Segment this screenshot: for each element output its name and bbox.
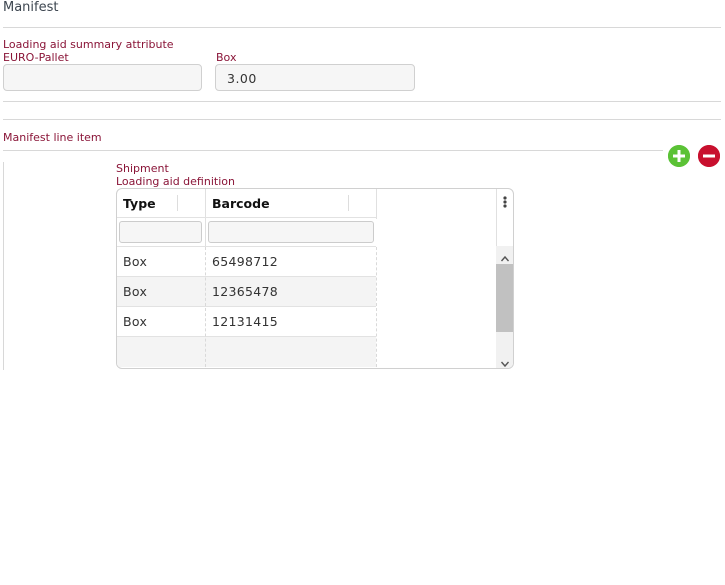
divider <box>3 150 663 151</box>
remove-button[interactable] <box>698 145 720 167</box>
box-label: Box <box>216 51 237 64</box>
column-resize-handle[interactable] <box>348 195 349 211</box>
column-resize-handle[interactable] <box>177 195 178 211</box>
loading-aid-table: Type Barcode Box 65498712 Box 12365478 B… <box>116 188 514 369</box>
section-title: Manifest <box>3 0 59 15</box>
cell-separator <box>376 247 377 367</box>
table-row-empty <box>117 337 376 367</box>
summary-heading: Loading aid summary attribute <box>3 38 174 51</box>
chevron-down-icon <box>500 361 510 368</box>
table-row[interactable]: Box 12131415 <box>117 307 376 336</box>
minus-circle-icon <box>698 145 720 167</box>
divider <box>3 101 721 102</box>
add-button[interactable] <box>668 145 690 167</box>
cell-type: Box <box>123 314 148 329</box>
filter-type-input[interactable] <box>119 221 202 243</box>
shipment-label: Shipment <box>116 162 169 175</box>
cell-barcode: 65498712 <box>212 254 279 269</box>
plus-circle-icon <box>668 145 690 167</box>
column-divider <box>376 189 377 219</box>
filter-barcode-input[interactable] <box>208 221 374 243</box>
scroll-up-button[interactable] <box>500 249 510 262</box>
divider <box>3 27 721 28</box>
cell-barcode: 12365478 <box>212 284 279 299</box>
scrollbar-thumb[interactable] <box>496 264 513 332</box>
cell-type: Box <box>123 254 148 269</box>
table-row[interactable]: Box 12365478 <box>117 277 376 306</box>
cell-separator <box>205 247 206 367</box>
column-header-type[interactable]: Type <box>123 196 156 211</box>
table-row[interactable]: Box 65498712 <box>117 247 376 276</box>
cell-barcode: 12131415 <box>212 314 279 329</box>
loading-aid-definition-label: Loading aid definition <box>116 175 235 188</box>
scroll-down-button[interactable] <box>500 354 510 368</box>
kebab-menu-icon <box>503 196 507 208</box>
column-menu-button[interactable] <box>501 194 509 210</box>
divider <box>3 119 721 120</box>
euro-pallet-input[interactable] <box>3 64 202 91</box>
left-border <box>3 162 4 370</box>
column-divider <box>496 189 497 246</box>
cell-type: Box <box>123 284 148 299</box>
row-divider <box>117 217 376 218</box>
manifest-line-item-label: Manifest line item <box>3 131 102 144</box>
euro-pallet-label: EURO-Pallet <box>3 51 69 64</box>
chevron-up-icon <box>500 255 510 262</box>
column-header-barcode[interactable]: Barcode <box>212 196 270 211</box>
vertical-scrollbar[interactable] <box>496 246 513 368</box>
box-input[interactable]: 3.00 <box>215 64 415 91</box>
